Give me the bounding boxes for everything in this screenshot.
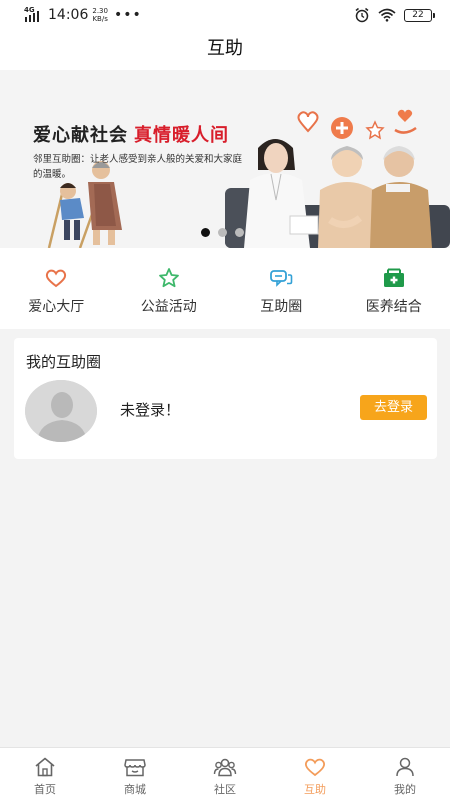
category-label: 爱心大厅 bbox=[28, 299, 85, 315]
banner-carousel[interactable]: 爱心献社会 真情暖人间 邻里互助圈：让老人感受到亲人般的关爱和大家庭的温暖。 bbox=[0, 70, 450, 248]
grandmother-illustration bbox=[318, 146, 376, 248]
banner-title-black: 爱心献社会 bbox=[33, 125, 128, 146]
category-menu: 爱心大厅 公益活动 互助圈 医养结合 bbox=[0, 248, 450, 329]
banner-title-red: 真情暖人间 bbox=[134, 125, 229, 146]
status-left: 4G 14:06 2.30 KB/s ••• bbox=[24, 6, 142, 24]
tab-label: 商城 bbox=[124, 783, 146, 796]
tab-community[interactable]: 社区 bbox=[180, 748, 270, 800]
grandfather-illustration bbox=[370, 146, 432, 248]
network-speed: 2.30 KB/s bbox=[92, 7, 108, 23]
medical-house-icon bbox=[383, 268, 404, 287]
shop-icon bbox=[124, 759, 146, 777]
tab-mine[interactable]: 我的 bbox=[360, 748, 450, 800]
banner-description: 邻里互助圈：让老人感受到亲人般的关爱和大家庭的温暖。 bbox=[33, 154, 243, 180]
category-label: 互助圈 bbox=[260, 299, 303, 315]
tab-shop[interactable]: 商城 bbox=[90, 748, 180, 800]
community-icon bbox=[213, 758, 237, 777]
battery-level: 22 bbox=[412, 9, 424, 20]
carousel-dot-1[interactable] bbox=[201, 228, 210, 237]
floating-hand-heart-icon bbox=[394, 109, 417, 134]
tab-label: 我的 bbox=[394, 783, 416, 796]
carousel-indicator bbox=[201, 228, 244, 237]
status-bar: 4G 14:06 2.30 KB/s ••• 22 bbox=[0, 0, 450, 30]
person-icon bbox=[396, 757, 414, 777]
carousel-dot-2[interactable] bbox=[218, 228, 227, 237]
login-button[interactable]: 去登录 bbox=[360, 395, 427, 420]
tab-home[interactable]: 首页 bbox=[0, 748, 90, 800]
avatar[interactable] bbox=[25, 380, 97, 442]
nav-bar: 互助 bbox=[0, 30, 450, 70]
heart-icon bbox=[46, 269, 67, 288]
chat-bubbles-icon bbox=[270, 270, 293, 287]
my-circle-card: 我的互助圈 未登录！ 去登录 bbox=[14, 338, 437, 459]
signal-icon: 4G bbox=[24, 7, 44, 23]
more-notifications-icon: ••• bbox=[113, 7, 142, 23]
speed-value: 2.30 bbox=[92, 7, 108, 15]
tab-mutual-aid[interactable]: 互助 bbox=[270, 748, 360, 800]
carousel-dot-3[interactable] bbox=[235, 228, 244, 237]
category-charity[interactable]: 公益活动 bbox=[113, 248, 226, 329]
wifi-icon bbox=[378, 8, 396, 22]
clock: 14:06 bbox=[48, 7, 89, 23]
doctor-illustration bbox=[244, 139, 319, 248]
floating-star-icon bbox=[365, 120, 385, 140]
login-status: 未登录！ bbox=[120, 401, 181, 419]
banner-headline: 爱心献社会 真情暖人间 bbox=[33, 121, 229, 147]
status-right: 22 bbox=[354, 6, 435, 24]
home-icon bbox=[35, 757, 55, 777]
page-title: 互助 bbox=[207, 38, 243, 59]
speed-unit: KB/s bbox=[92, 15, 108, 23]
category-label: 公益活动 bbox=[140, 299, 197, 315]
star-icon bbox=[158, 268, 179, 288]
tab-label: 互助 bbox=[304, 783, 326, 796]
category-medical-care[interactable]: 医养结合 bbox=[338, 248, 450, 329]
alarm-icon bbox=[355, 7, 369, 23]
battery-icon: 22 bbox=[404, 8, 435, 22]
card-title: 我的互助圈 bbox=[26, 353, 102, 371]
category-mutual-circle[interactable]: 互助圈 bbox=[225, 248, 338, 329]
category-label: 医养结合 bbox=[365, 299, 422, 315]
bottom-tab-bar: 首页 商城 社区 互助 我的 bbox=[0, 747, 450, 800]
tab-label: 首页 bbox=[34, 783, 56, 796]
category-love-hall[interactable]: 爱心大厅 bbox=[0, 248, 113, 329]
floating-heart-icon bbox=[297, 111, 319, 133]
tab-label: 社区 bbox=[214, 783, 236, 796]
avatar-placeholder-icon bbox=[25, 380, 97, 442]
heart-tab-icon bbox=[304, 758, 326, 777]
